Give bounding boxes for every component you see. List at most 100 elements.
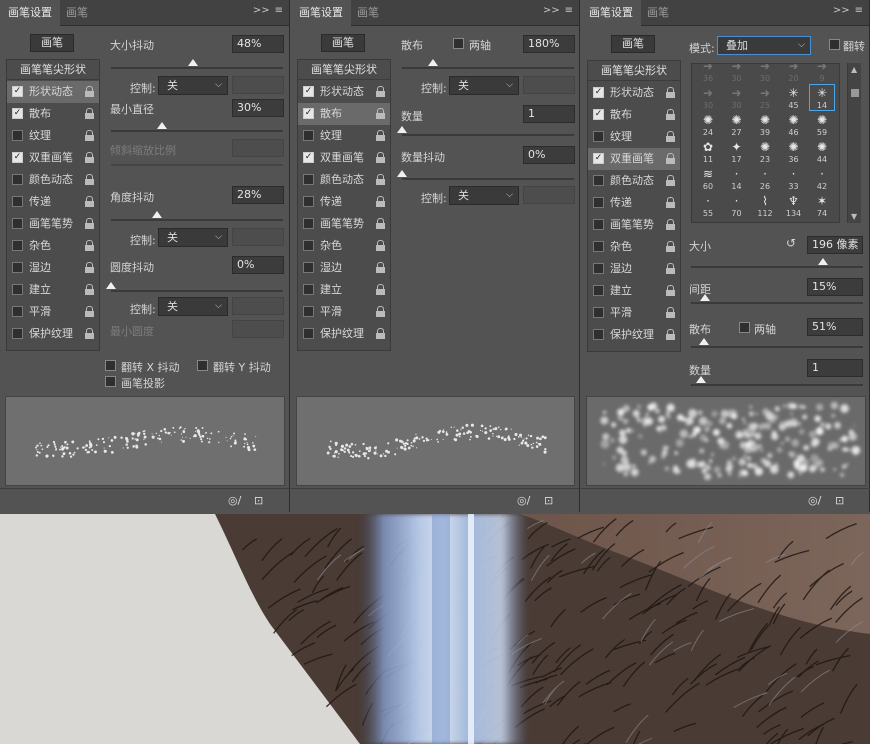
- settings-item-checkbox[interactable]: [303, 174, 314, 185]
- roundness-jitter-field[interactable]: 0%: [232, 256, 284, 274]
- lock-icon[interactable]: [85, 130, 94, 141]
- brush-preset[interactable]: · 70: [725, 193, 749, 218]
- mode-select[interactable]: 叠加 ⌵: [717, 36, 811, 55]
- lock-icon[interactable]: [85, 152, 94, 163]
- settings-item[interactable]: ✓ 形状动态: [7, 81, 99, 103]
- settings-item[interactable]: ✓ 形状动态: [588, 82, 680, 104]
- lock-icon[interactable]: [666, 307, 675, 318]
- brush-tip-shape-item[interactable]: 画笔笔尖形状: [7, 60, 99, 80]
- brush-preset[interactable]: ✺ 59: [810, 112, 834, 137]
- brush-preset[interactable]: ✦ 17: [725, 139, 749, 164]
- count-jitter-slider[interactable]: [397, 170, 574, 180]
- settings-item[interactable]: 湿边: [588, 258, 680, 280]
- settings-item[interactable]: 建立: [588, 280, 680, 302]
- control-select[interactable]: 关 ⌵: [158, 228, 228, 247]
- brush-button[interactable]: 画笔: [30, 34, 74, 52]
- settings-item[interactable]: 湿边: [298, 257, 390, 279]
- settings-item[interactable]: 建立: [7, 279, 99, 301]
- settings-item-checkbox[interactable]: [12, 328, 23, 339]
- lock-icon[interactable]: [376, 218, 385, 229]
- settings-item-checkbox[interactable]: [593, 263, 604, 274]
- tab-brushes[interactable]: 画笔: [349, 0, 387, 26]
- settings-item[interactable]: 杂色: [298, 235, 390, 257]
- toggle-live-tip-icon[interactable]: ◎/: [228, 494, 241, 507]
- tab-brushes[interactable]: 画笔: [639, 0, 677, 26]
- brush-preset[interactable]: ♆ 134: [782, 193, 806, 218]
- lock-icon[interactable]: [376, 108, 385, 119]
- settings-item-checkbox[interactable]: [12, 306, 23, 317]
- lock-icon[interactable]: [376, 306, 385, 317]
- lock-icon[interactable]: [666, 87, 675, 98]
- slider-thumb[interactable]: [397, 126, 407, 133]
- lock-icon[interactable]: [85, 284, 94, 295]
- toggle-live-tip-icon[interactable]: ◎/: [517, 494, 530, 507]
- size-jitter-field[interactable]: 48%: [232, 35, 284, 53]
- lock-icon[interactable]: [666, 131, 675, 142]
- menu-icon[interactable]: ≡: [855, 5, 863, 16]
- brush-preset[interactable]: ➜ 30: [725, 64, 749, 83]
- tab-brush-settings[interactable]: 画笔设置: [291, 0, 351, 26]
- settings-item[interactable]: 画笔笔势: [7, 213, 99, 235]
- settings-item-checkbox[interactable]: [593, 175, 604, 186]
- lock-icon[interactable]: [85, 240, 94, 251]
- flip-y-checkbox[interactable]: [197, 360, 208, 371]
- lock-icon[interactable]: [85, 196, 94, 207]
- brush-preset[interactable]: ✺ 27: [725, 112, 749, 137]
- brush-preset[interactable]: ✺ 24: [696, 112, 720, 137]
- brush-preset[interactable]: ✺ 44: [810, 139, 834, 164]
- settings-item[interactable]: 平滑: [7, 301, 99, 323]
- both-axes-checkbox[interactable]: [453, 38, 464, 49]
- count-field[interactable]: 1: [523, 105, 575, 123]
- brush-preset[interactable]: ➜ 20: [782, 64, 806, 83]
- brush-tip-shape-item[interactable]: 画笔笔尖形状: [588, 61, 680, 81]
- control-select[interactable]: 关 ⌵: [158, 76, 228, 95]
- settings-item-checkbox[interactable]: [303, 284, 314, 295]
- lock-icon[interactable]: [85, 108, 94, 119]
- slider-thumb[interactable]: [106, 282, 116, 289]
- lock-icon[interactable]: [85, 262, 94, 273]
- settings-item[interactable]: 建立: [298, 279, 390, 301]
- lock-icon[interactable]: [376, 262, 385, 273]
- brush-preset[interactable]: · 26: [753, 166, 777, 191]
- settings-item-checkbox[interactable]: ✓: [12, 152, 23, 163]
- expand-icon[interactable]: >>: [833, 5, 850, 16]
- settings-item-checkbox[interactable]: [12, 174, 23, 185]
- settings-item-checkbox[interactable]: [12, 284, 23, 295]
- settings-item-checkbox[interactable]: [12, 240, 23, 251]
- settings-item-checkbox[interactable]: [303, 328, 314, 339]
- settings-item-checkbox[interactable]: [593, 197, 604, 208]
- lock-icon[interactable]: [666, 109, 675, 120]
- brush-preset[interactable]: ✶ 74: [810, 193, 834, 218]
- settings-item-checkbox[interactable]: ✓: [303, 108, 314, 119]
- brush-tip-shape-item[interactable]: 画笔笔尖形状: [298, 60, 390, 80]
- settings-item[interactable]: 纹理: [588, 126, 680, 148]
- brush-preset[interactable]: · 55: [696, 193, 720, 218]
- flip-x-checkbox[interactable]: [105, 360, 116, 371]
- settings-item[interactable]: 传递: [7, 191, 99, 213]
- settings-item-checkbox[interactable]: ✓: [593, 109, 604, 120]
- settings-item[interactable]: 颜色动态: [588, 170, 680, 192]
- slider-thumb[interactable]: [428, 59, 438, 66]
- lock-icon[interactable]: [376, 86, 385, 97]
- lock-icon[interactable]: [666, 197, 675, 208]
- settings-item[interactable]: 杂色: [7, 235, 99, 257]
- lock-icon[interactable]: [666, 175, 675, 186]
- settings-item-checkbox[interactable]: [593, 219, 604, 230]
- settings-item-checkbox[interactable]: [12, 196, 23, 207]
- settings-item[interactable]: ✓ 散布: [588, 104, 680, 126]
- slider-thumb[interactable]: [152, 211, 162, 218]
- settings-item-checkbox[interactable]: [303, 306, 314, 317]
- scroll-down-icon[interactable]: ▼: [851, 212, 857, 221]
- settings-item-checkbox[interactable]: ✓: [593, 87, 604, 98]
- expand-icon[interactable]: >>: [253, 5, 270, 16]
- lock-icon[interactable]: [85, 86, 94, 97]
- settings-item[interactable]: 颜色动态: [298, 169, 390, 191]
- lock-icon[interactable]: [376, 130, 385, 141]
- lock-icon[interactable]: [376, 174, 385, 185]
- lock-icon[interactable]: [666, 153, 675, 164]
- brush-preset[interactable]: · 14: [725, 166, 749, 191]
- settings-item-checkbox[interactable]: [303, 240, 314, 251]
- lock-icon[interactable]: [666, 285, 675, 296]
- settings-item[interactable]: ✓ 双重画笔: [588, 148, 680, 170]
- lock-icon[interactable]: [666, 241, 675, 252]
